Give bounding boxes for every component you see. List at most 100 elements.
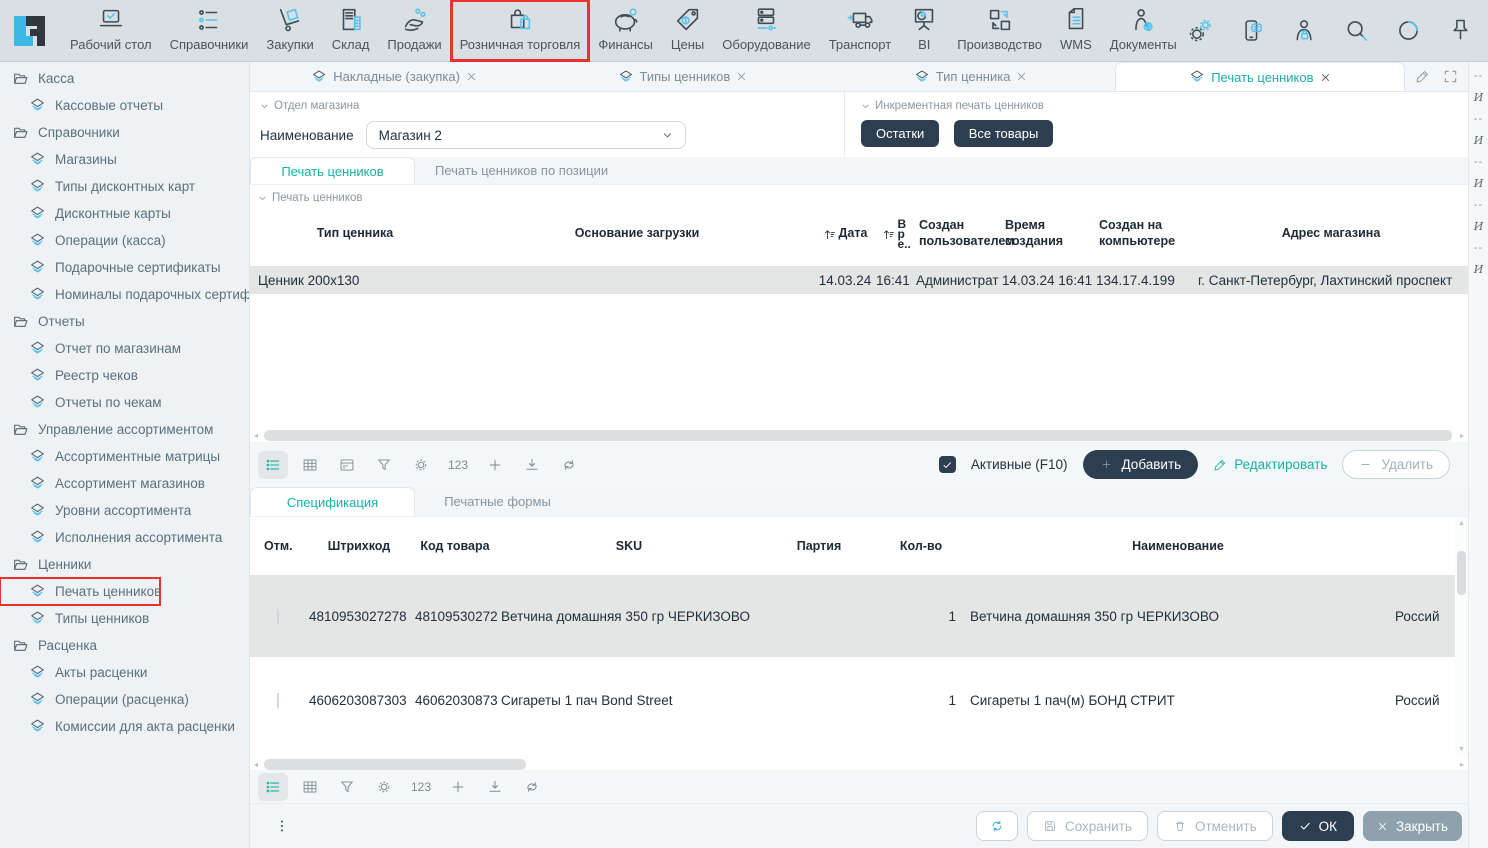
row-checkbox[interactable] [277, 609, 279, 624]
tree-item[interactable]: Кассовые отчеты [0, 92, 249, 119]
close-icon[interactable] [1016, 71, 1027, 82]
store-select[interactable]: Магазин 2 [366, 121, 686, 149]
tree-item[interactable]: Печать ценников [0, 578, 160, 605]
scroll-right-arrow[interactable]: ▸ [1456, 431, 1468, 440]
col-header-address[interactable]: Адрес магазина [1194, 224, 1468, 244]
tree-item[interactable]: Исполнения ассортимента [0, 524, 249, 551]
tree-item[interactable]: Отчет по магазинам [0, 335, 249, 362]
col-header-mark[interactable]: Отм. [250, 537, 306, 555]
refresh-button[interactable] [976, 811, 1018, 841]
pencil-icon[interactable] [1415, 69, 1430, 84]
right-dock-rail[interactable]: -- И -- И -- И -- И -- И [1468, 62, 1488, 848]
tree-item[interactable]: Справочники [0, 119, 249, 146]
scrollbar-thumb[interactable] [264, 430, 1452, 441]
active-checkbox[interactable] [939, 456, 956, 473]
close-icon[interactable] [466, 71, 477, 82]
settings-gear-icon[interactable] [369, 773, 399, 801]
export-download-icon[interactable] [480, 773, 510, 801]
menu-item[interactable]: Оборудование [713, 0, 819, 61]
col-header-date[interactable]: Дата [814, 224, 876, 244]
menu-item[interactable]: Рабочий стол [61, 0, 161, 61]
scrollbar-track[interactable] [262, 759, 1456, 770]
tree-item[interactable]: Ассортимент магазинов [0, 470, 249, 497]
list-view-icon[interactable] [258, 773, 288, 801]
tree-item[interactable]: Отчеты по чекам [0, 389, 249, 416]
export-download-icon[interactable] [517, 451, 547, 479]
add-column-icon[interactable] [443, 773, 473, 801]
scrollbar-track[interactable] [1457, 531, 1466, 743]
tree-item[interactable]: Операции (расценка) [0, 686, 249, 713]
refresh-sync-icon[interactable] [554, 451, 584, 479]
scroll-up-arrow[interactable]: ▲ [1458, 517, 1465, 531]
tree-item[interactable]: Комиссии для акта расценки [0, 713, 249, 740]
document-tab[interactable]: Тип ценника [827, 62, 1115, 91]
incremental-section-header[interactable]: Инкрементная печать ценников [861, 100, 1063, 112]
fullscreen-icon[interactable] [1443, 69, 1458, 84]
tree-item[interactable]: Операции (касса) [0, 227, 249, 254]
menu-item[interactable]: BI [900, 0, 948, 61]
menu-item[interactable]: Продажи [378, 0, 450, 61]
menu-item[interactable]: Цены [662, 0, 713, 61]
tree-item[interactable]: Расценка [0, 632, 249, 659]
view-tab[interactable]: Печать ценников [250, 157, 415, 184]
scroll-right-arrow[interactable]: ▸ [1456, 760, 1468, 769]
tree-item[interactable]: Магазины [0, 146, 249, 173]
row-checkbox[interactable] [277, 693, 279, 708]
tree-item[interactable]: Ценники [0, 551, 249, 578]
list-view-icon[interactable] [258, 451, 288, 479]
scrollbar-thumb[interactable] [264, 759, 526, 770]
close-button[interactable]: Закрыть [1363, 811, 1462, 841]
numbering-icon[interactable]: 123 [406, 773, 436, 801]
spec-tab[interactable]: Спецификация [250, 487, 415, 516]
close-icon[interactable] [736, 71, 747, 82]
col-header-computer[interactable]: Создан на компьютере [1096, 216, 1194, 251]
numbering-icon[interactable]: 123 [443, 451, 473, 479]
tree-item[interactable]: Типы ценников [0, 605, 249, 632]
save-button[interactable]: Сохранить [1027, 811, 1148, 841]
specification-row[interactable]: 4606203087303 46062030873 Сигареты 1 пач… [250, 659, 1468, 741]
refresh-sync-icon[interactable] [517, 773, 547, 801]
price-tag-row[interactable]: Ценник 200x130 14.03.24 16:41 Администра… [250, 266, 1468, 294]
tree-item[interactable]: Подарочные сертификаты [0, 254, 249, 281]
col-header-basis[interactable]: Основание загрузки [460, 224, 814, 244]
delete-button[interactable]: Удалить [1342, 450, 1450, 479]
scroll-left-arrow[interactable]: ◂ [250, 760, 262, 769]
menu-item[interactable]: Розничная торговля [451, 0, 590, 61]
card-view-icon[interactable] [332, 451, 362, 479]
col-header-sku[interactable]: SKU [498, 537, 760, 555]
tree-item[interactable]: Уровни ассортимента [0, 497, 249, 524]
filter-icon[interactable] [369, 451, 399, 479]
col-header-time[interactable]: Вре.. [876, 217, 916, 251]
col-header-name[interactable]: Наименование [964, 537, 1392, 555]
sort-ascending-icon[interactable] [823, 228, 836, 241]
col-header-barcode[interactable]: Штрихкод [306, 537, 412, 555]
col-header-created[interactable]: Время создания [1002, 216, 1096, 251]
more-options-icon[interactable] [274, 818, 290, 834]
view-tab[interactable]: Печать ценников по позиции [415, 157, 628, 184]
tree-item[interactable]: Реестр чеков [0, 362, 249, 389]
col-header-type[interactable]: Тип ценника [250, 224, 460, 244]
all-goods-button[interactable]: Все товары [954, 120, 1054, 147]
col-header-code[interactable]: Код товара [412, 537, 498, 555]
menu-item[interactable]: Финансы [589, 0, 662, 61]
col-header-batch[interactable]: Партия [760, 537, 878, 555]
grid-view-icon[interactable] [295, 451, 325, 479]
add-button[interactable]: Добавить [1083, 450, 1199, 479]
menu-item[interactable]: Транспорт [820, 0, 901, 61]
specification-row[interactable]: 4810953027278 48109530272 Ветчина домашн… [250, 575, 1468, 657]
spec-tab[interactable]: Печатные формы [415, 487, 580, 516]
grid-view-icon[interactable] [295, 773, 325, 801]
tree-item[interactable]: Акты расценки [0, 659, 249, 686]
sort-ascending-icon[interactable] [882, 228, 895, 241]
tree-item[interactable]: Касса [0, 65, 249, 92]
close-icon[interactable] [1320, 72, 1331, 83]
tree-item[interactable]: Отчеты [0, 308, 249, 335]
tree-item[interactable]: Дисконтные карты [0, 200, 249, 227]
col-header-user[interactable]: Создан пользователем [916, 216, 1002, 251]
tree-item[interactable]: Управление ассортиментом [0, 416, 249, 443]
tree-item[interactable]: Номиналы подарочных сертифика [0, 281, 249, 308]
filter-icon[interactable] [332, 773, 362, 801]
menu-item[interactable]: Документы [1101, 0, 1186, 61]
document-tab[interactable]: Накладные (закупка) [250, 62, 538, 91]
menu-item[interactable]: WMS [1051, 0, 1101, 61]
